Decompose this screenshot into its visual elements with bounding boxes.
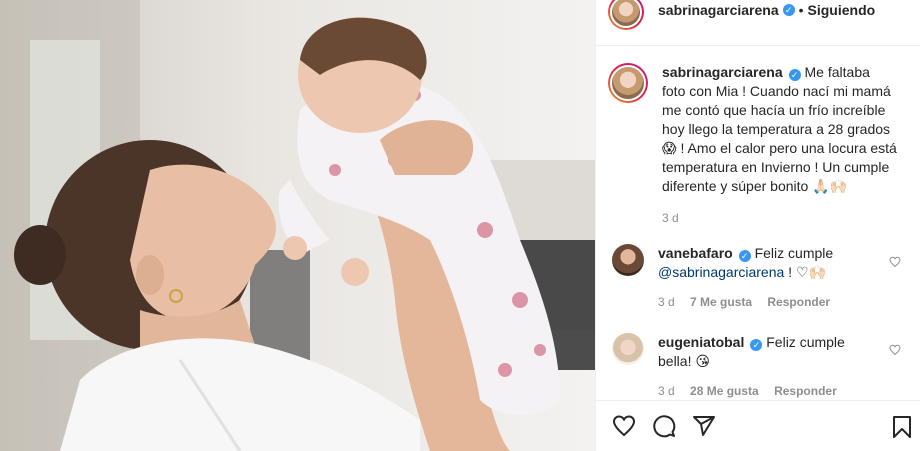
comment-likes[interactable]: 7 Me gusta [690,295,752,309]
comment-username[interactable]: vanebafaro [658,245,733,261]
post-photo-image [0,0,595,451]
comment-mention-link[interactable]: @sabrinagarciarena [658,264,784,280]
separator-dot: • [798,2,804,18]
comment-likes[interactable]: 28 Me gusta [690,384,759,398]
comment-icon[interactable] [652,414,676,438]
caption-item: sabrinagarciarena ✓ Me faltaba foto con M… [608,63,908,226]
verified-badge-icon: ✓ [788,69,801,81]
commenter-avatar[interactable] [612,333,644,365]
comment-item: eugeniatobal ✓ Feliz cumple bella! 😘 3 d … [608,333,908,399]
comment-time[interactable]: 3 d [658,384,675,398]
instagram-post: sabrinagarciarena ✓ • Siguiendo sabrinag… [0,0,920,451]
post-side-panel: sabrinagarciarena ✓ • Siguiendo sabrinag… [595,0,920,451]
bookmark-icon[interactable] [891,415,913,439]
verified-badge-icon: ✓ [738,250,751,262]
comment-like-heart-icon[interactable] [889,256,901,268]
author-username[interactable]: sabrinagarciarena [658,2,779,18]
share-icon[interactable] [692,414,716,438]
post-photo[interactable] [0,0,595,451]
comment-username[interactable]: eugeniatobal [658,334,744,350]
caption-username[interactable]: sabrinagarciarena [662,64,783,80]
comment-like-heart-icon[interactable] [889,344,901,356]
following-button[interactable]: Siguiendo [808,2,876,18]
post-header: sabrinagarciarena ✓ • Siguiendo [596,0,920,40]
comment-item: vanebafaro ✓ Feliz cumple @sabrinagarciar… [608,244,908,310]
comments-list[interactable]: sabrinagarciarena ✓ Me faltaba foto con M… [596,45,920,400]
reply-button[interactable]: Responder [774,384,837,398]
comment-time[interactable]: 3 d [658,295,675,309]
caption-avatar[interactable] [608,63,648,103]
comment-text: Feliz cumple [754,245,834,261]
reply-button[interactable]: Responder [767,295,830,309]
heart-icon[interactable] [612,414,636,438]
comment-text-end: ! ♡🙌🏻 [784,264,826,280]
author-avatar[interactable] [608,0,644,30]
verified-badge-icon: ✓ [782,4,795,16]
caption-time[interactable]: 3 d [662,211,679,225]
caption-text: Me faltaba foto con Mia ! Cuando nací mi… [662,64,897,194]
commenter-avatar[interactable] [612,244,644,276]
verified-badge-icon: ✓ [750,339,763,351]
post-actions-bar [596,400,920,451]
